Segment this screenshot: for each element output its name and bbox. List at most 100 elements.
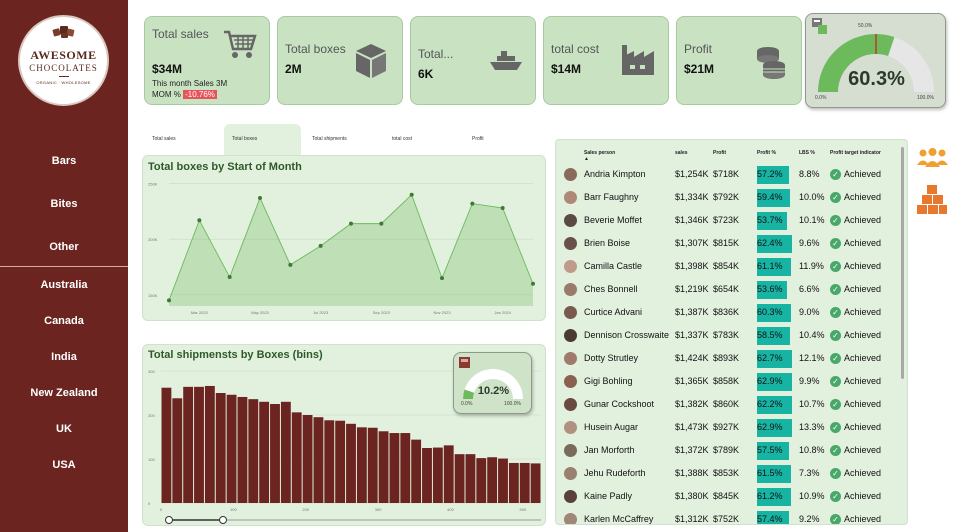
- header-lbs-pct[interactable]: LBS %: [799, 150, 815, 156]
- avatar: [564, 444, 577, 457]
- tab-profit[interactable]: Profit: [464, 124, 544, 156]
- cell-sales: $1,346K: [675, 215, 709, 225]
- filter-country-new-zealand[interactable]: New Zealand: [0, 387, 128, 399]
- cell-profit: $836K: [713, 307, 740, 317]
- filter-country-australia[interactable]: Australia: [0, 279, 128, 291]
- header-profit-target[interactable]: Profit target indicator: [830, 150, 881, 156]
- avatar: [564, 398, 577, 411]
- cell-lbs-pct: 11.9%: [799, 261, 824, 271]
- filter-country-usa[interactable]: USA: [0, 459, 128, 471]
- tab-total-sales[interactable]: Total sales: [144, 124, 224, 156]
- histogram-bar: [411, 439, 422, 503]
- histogram-bar: [530, 463, 541, 503]
- filter-product-bars[interactable]: Bars: [0, 155, 128, 167]
- table-row[interactable]: Dennison Crosswaite $1,337K $783K 58.5% 10.4…: [556, 325, 896, 348]
- metric-tabs: Total sales Total boxes Total shipments …: [142, 124, 546, 156]
- filter-product-other[interactable]: Other: [0, 241, 128, 253]
- cell-sales-person: Dotty Strutley: [584, 353, 639, 363]
- cell-lbs-pct: 7.3%: [799, 468, 820, 478]
- cell-sales: $1,388K: [675, 468, 709, 478]
- avatar: [564, 329, 577, 342]
- cell-profit-pct: 57.5%: [757, 445, 783, 455]
- tab-total-shipments[interactable]: Total shipments: [304, 124, 384, 156]
- cell-profit-target: Achieved: [844, 399, 882, 409]
- tab-total-cost[interactable]: total cost: [384, 124, 464, 156]
- cell-sales: $1,337K: [675, 330, 709, 340]
- profit-gauge-card[interactable]: 60.3% 0.0% 100.0% 50.0%: [805, 13, 946, 108]
- check-circle-icon: ✓: [830, 215, 841, 226]
- y-tick-label: 150K: [148, 293, 158, 298]
- kpi-title: Profit: [684, 42, 713, 56]
- x-tick-label: 200: [302, 507, 309, 512]
- kpi-total-shipments: Total... 6K: [410, 16, 536, 105]
- range-slider-end-handle[interactable]: [219, 516, 227, 524]
- cell-sales-person: Jan Morforth: [584, 445, 635, 455]
- cell-profit-pct: 61.5%: [757, 468, 783, 478]
- header-profit-pct[interactable]: Profit %: [757, 150, 776, 156]
- filter-product-bites[interactable]: Bites: [0, 198, 128, 210]
- table-row[interactable]: Kaine Padly $1,380K $845K 61.2% 10.9% Achieve…: [556, 486, 896, 509]
- header-sales[interactable]: sales: [675, 150, 688, 156]
- table-row[interactable]: Karlen McCaffrey $1,312K $752K 57.4% 9.2% Ach…: [556, 509, 896, 524]
- avatar: [564, 490, 577, 503]
- cell-profit-target: Achieved: [844, 376, 882, 386]
- cell-profit-target: Achieved: [844, 238, 882, 248]
- chocolate-icon: [52, 26, 74, 38]
- table-row[interactable]: Andria Kimpton $1,254K $718K 57.2% 8.8% Achie…: [556, 164, 896, 187]
- boxes-by-month-chart[interactable]: 150K 200K 250K Mar 2023 May 2023 Jul 2023 Sep …: [143, 156, 547, 322]
- data-point: [197, 218, 202, 223]
- table-row[interactable]: Brien Boise $1,307K $815K 62.4% 9.6% Achieved…: [556, 233, 896, 256]
- cell-sales-person: Jehu Rudeforth: [584, 468, 646, 478]
- histogram-bar: [519, 462, 530, 503]
- brand-name-line1: AWESOME: [30, 48, 97, 62]
- histogram-bar: [204, 385, 215, 503]
- data-point: [440, 276, 444, 281]
- table-row[interactable]: Barr Faughny $1,334K $792K 59.4% 10.0% Achiev…: [556, 187, 896, 210]
- table-row[interactable]: Gigi Bohling $1,365K $858K 62.9% 9.9% Achieve…: [556, 371, 896, 394]
- boxes-stack-icon[interactable]: [916, 184, 948, 216]
- gauge-target-label: 50.0%: [858, 23, 873, 29]
- histogram-bar: [389, 433, 400, 503]
- cell-lbs-pct: 9.2%: [799, 514, 820, 524]
- boxes-by-month-panel: Total boxes by Start of Month 150K 200K 25…: [142, 155, 546, 321]
- cell-sales-person: Gunar Cockshoot: [584, 399, 655, 409]
- cell-sales-person: Ches Bonnell: [584, 284, 638, 294]
- cell-profit-pct: 62.9%: [757, 422, 783, 432]
- filter-country-canada[interactable]: Canada: [0, 315, 128, 327]
- filter-country-india[interactable]: India: [0, 351, 128, 363]
- cell-sales: $1,424K: [675, 353, 709, 363]
- kpi-total-sales: Total sales $34M This month Sales 3M MOM…: [144, 16, 270, 105]
- cell-lbs-pct: 10.4%: [799, 330, 825, 340]
- cell-lbs-pct: 10.9%: [799, 491, 825, 501]
- cell-sales-person: Brien Boise: [584, 238, 631, 248]
- table-scrollbar[interactable]: [901, 147, 904, 379]
- tab-total-boxes[interactable]: Total boxes: [224, 124, 301, 156]
- coins-icon: [757, 47, 785, 79]
- table-row[interactable]: Beverie Moffet $1,346K $723K 53.7% 10.1% Achi…: [556, 210, 896, 233]
- range-slider-start-handle[interactable]: [165, 516, 173, 524]
- data-point: [167, 298, 171, 303]
- table-row[interactable]: Camilla Castle $1,398K $854K 61.1% 11.9% Achi…: [556, 256, 896, 279]
- cell-sales-person: Husein Augar: [584, 422, 639, 432]
- people-icon[interactable]: [916, 147, 949, 169]
- mom-label: MOM %: [152, 90, 181, 99]
- table-row[interactable]: Curtice Advani $1,387K $836K 60.3% 9.0% Achie…: [556, 302, 896, 325]
- histogram-bar: [508, 462, 519, 503]
- cell-profit-target: Achieved: [844, 215, 882, 225]
- cell-profit-target: Achieved: [844, 514, 882, 524]
- header-profit[interactable]: Profit: [713, 150, 726, 156]
- cell-sales-person: Dennison Crosswaite: [584, 330, 670, 340]
- histogram-bar: [183, 386, 194, 503]
- table-row[interactable]: Gunar Cockshoot $1,382K $860K 62.2% 10.7% Ach…: [556, 394, 896, 417]
- table-row[interactable]: Husein Augar $1,473K $927K 62.9% 13.3% Achiev…: [556, 417, 896, 440]
- cell-profit-target: Achieved: [844, 422, 882, 432]
- table-row[interactable]: Ches Bonnell $1,219K $654K 53.6% 6.6% Achieve…: [556, 279, 896, 302]
- histogram-bar: [237, 396, 248, 503]
- table-row[interactable]: Dotty Strutley $1,424K $893K 62.7% 12.1% Achi…: [556, 348, 896, 371]
- mini-gauge-card[interactable]: 10.2% 0.0% 100.0%: [453, 352, 532, 414]
- table-row[interactable]: Jehu Rudeforth $1,388K $853K 61.5% 7.3% Achie…: [556, 463, 896, 486]
- filter-country-uk[interactable]: UK: [0, 423, 128, 435]
- header-sales-person[interactable]: Sales person ▲: [584, 150, 615, 162]
- table-row[interactable]: Jan Morforth $1,372K $789K 57.5% 10.8% Achiev…: [556, 440, 896, 463]
- cell-profit-target: Achieved: [844, 445, 882, 455]
